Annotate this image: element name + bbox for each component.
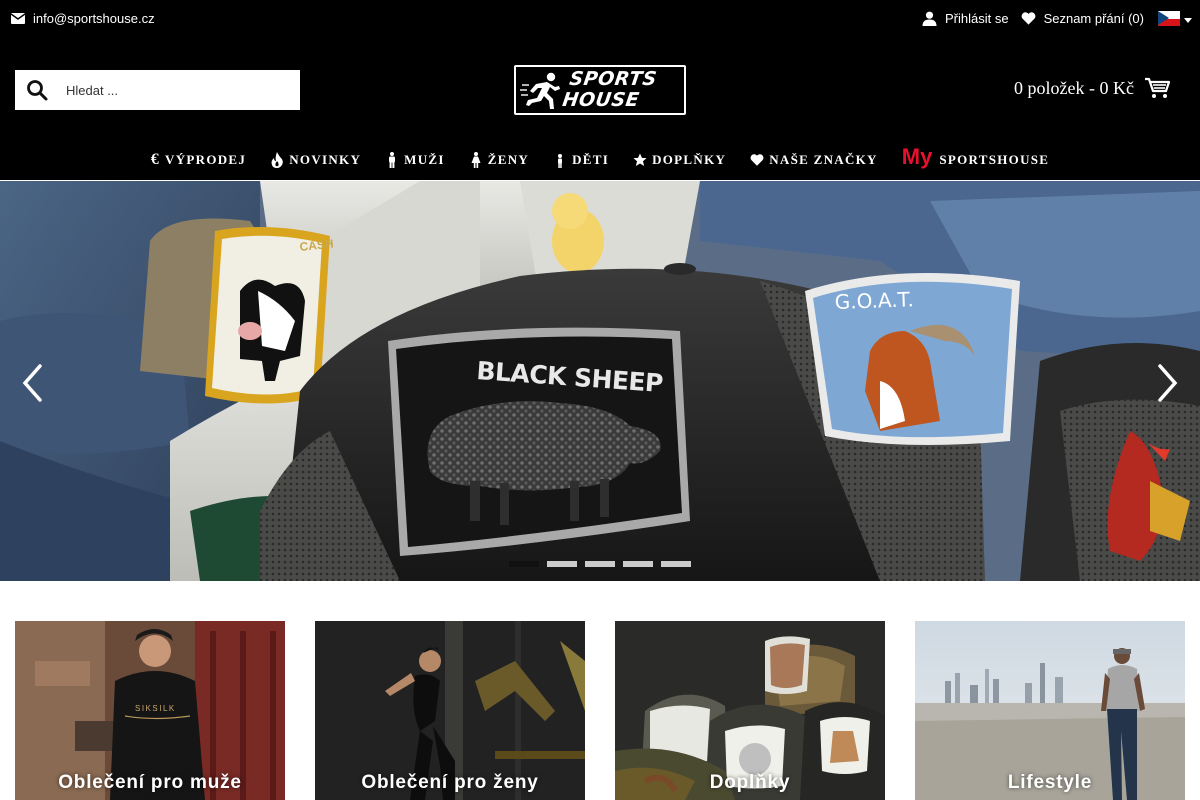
cart-summary[interactable]: 0 položek - 0 Kč bbox=[1014, 76, 1170, 100]
wishlist-label: Seznam přání (0) bbox=[1043, 11, 1144, 26]
slider-dot-5[interactable] bbox=[661, 561, 691, 567]
search-button[interactable] bbox=[15, 70, 59, 110]
slider-dot-4[interactable] bbox=[623, 561, 653, 567]
nav-women-label: ŽENY bbox=[487, 152, 530, 167]
nav-item-kids[interactable]: DĚTI bbox=[553, 152, 609, 168]
logo-line-1: SPORTS bbox=[568, 68, 659, 90]
nav-kids-label: DĚTI bbox=[572, 152, 610, 167]
cart-icon bbox=[1145, 77, 1170, 98]
logo-line-2: HOUSE bbox=[561, 89, 641, 111]
logo-wordmark: SPORTS HOUSE bbox=[561, 68, 659, 111]
euro-icon: € bbox=[150, 151, 161, 168]
star-icon bbox=[633, 153, 647, 166]
language-selector[interactable] bbox=[1158, 11, 1192, 26]
czech-flag-icon bbox=[1158, 11, 1180, 26]
slider-prev-arrow[interactable] bbox=[20, 363, 44, 403]
nav-new-label: NOVINKY bbox=[289, 152, 362, 167]
man-icon bbox=[389, 152, 396, 168]
woman-icon bbox=[471, 152, 481, 168]
caret-down-icon bbox=[1184, 18, 1192, 23]
main-navigation: € VÝPRODEJ NOVINKY MUŽI ŽENY DĚTI DOPLŇK… bbox=[0, 140, 1200, 180]
nav-brands-label: NAŠE ZNAČKY bbox=[769, 152, 878, 167]
hero-slider[interactable]: CASH BLACK SHEEP G.O.A.T. bbox=[0, 181, 1200, 581]
nav-item-accessories[interactable]: DOPLŇKY bbox=[633, 152, 726, 168]
runner-logo-icon bbox=[520, 72, 560, 109]
nav-men-label: MUŽI bbox=[404, 152, 445, 167]
nav-item-brands[interactable]: NAŠE ZNAČKY bbox=[750, 152, 878, 168]
category-tile-men[interactable]: SIKSILK Oblečení pro muže bbox=[15, 621, 285, 800]
heart-icon bbox=[1021, 12, 1035, 25]
heart-icon bbox=[750, 154, 764, 166]
fire-icon bbox=[271, 152, 284, 168]
search-box bbox=[15, 70, 300, 110]
search-icon bbox=[27, 80, 48, 101]
slider-dot-3[interactable] bbox=[585, 561, 615, 567]
category-lifestyle-label: Lifestyle bbox=[1007, 772, 1093, 793]
patch-goat-text: G.O.A.T. bbox=[834, 287, 914, 314]
category-accessories-label: Doplňky bbox=[709, 772, 791, 793]
contact-email-text: info@sportshouse.cz bbox=[33, 11, 155, 26]
nav-item-my-sportshouse[interactable]: My SPORTSHOUSE bbox=[901, 144, 1050, 173]
nav-my-prefix: My bbox=[901, 144, 933, 169]
cart-label: 0 položek - 0 Kč bbox=[1014, 77, 1134, 98]
hero-image-caps: CASH BLACK SHEEP G.O.A.T. bbox=[0, 181, 1200, 581]
slider-dot-2[interactable] bbox=[547, 561, 577, 567]
nav-my-suffix: SPORTSHOUSE bbox=[939, 152, 1050, 167]
sportshouse-logo[interactable]: SPORTS HOUSE bbox=[514, 65, 686, 115]
nav-accessories-label: DOPLŇKY bbox=[652, 152, 727, 167]
account-bar: Přihlásit se Seznam přání (0) bbox=[910, 11, 1192, 26]
login-label: Přihlásit se bbox=[944, 11, 1009, 26]
nav-item-new[interactable]: NOVINKY bbox=[270, 152, 361, 168]
nav-item-sale[interactable]: € VÝPRODEJ bbox=[151, 151, 247, 169]
category-men-print-text: SIKSILK bbox=[135, 704, 176, 713]
category-tile-lifestyle[interactable]: Lifestyle bbox=[915, 621, 1185, 800]
wishlist-link[interactable]: Seznam přání (0) bbox=[1021, 11, 1144, 26]
slider-dot-1[interactable] bbox=[509, 561, 539, 567]
category-grid: SIKSILK Oblečení pro muže Oblečení pro ž… bbox=[15, 621, 1185, 800]
category-tile-accessories[interactable]: Doplňky bbox=[615, 621, 885, 800]
nav-item-women[interactable]: ŽENY bbox=[469, 152, 529, 168]
slider-pagination bbox=[509, 561, 691, 567]
user-icon bbox=[922, 11, 937, 26]
search-input[interactable] bbox=[66, 82, 286, 98]
category-tile-women[interactable]: Oblečení pro ženy bbox=[315, 621, 585, 800]
child-icon bbox=[558, 154, 563, 168]
category-women-label: Oblečení pro ženy bbox=[361, 772, 539, 793]
nav-item-men[interactable]: MUŽI bbox=[385, 152, 445, 168]
contact-email-link[interactable]: info@sportshouse.cz bbox=[11, 11, 155, 26]
category-men-label: Oblečení pro muže bbox=[58, 772, 242, 793]
login-link[interactable]: Přihlásit se bbox=[922, 11, 1009, 26]
nav-sale-label: VÝPRODEJ bbox=[165, 152, 247, 167]
slider-next-arrow[interactable] bbox=[1156, 363, 1180, 403]
site-header: info@sportshouse.cz Přihlásit se Seznam … bbox=[0, 0, 1200, 180]
envelope-icon bbox=[11, 13, 25, 24]
